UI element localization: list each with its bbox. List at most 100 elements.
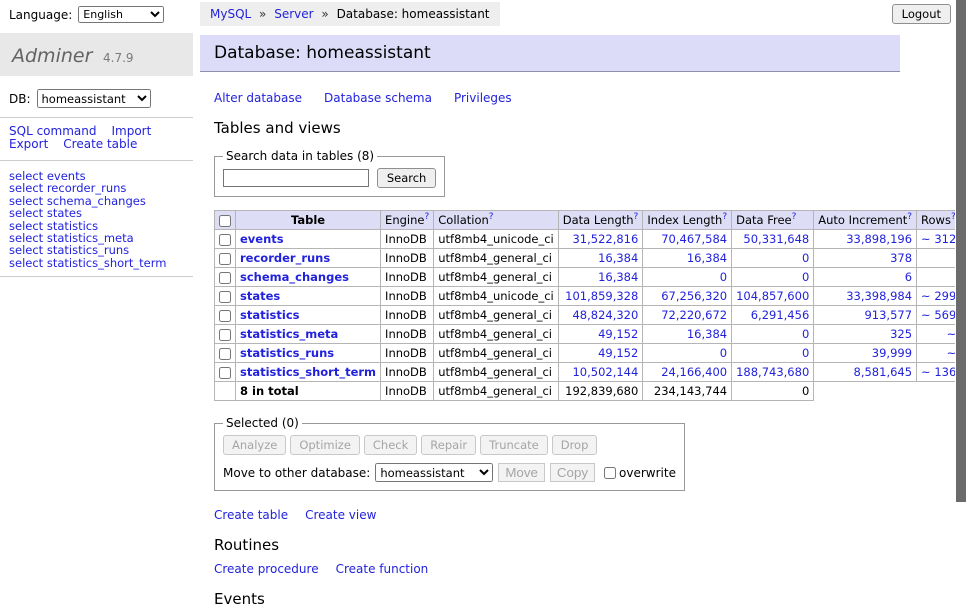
data-free-cell: 104,857,600 bbox=[732, 287, 814, 306]
move-button[interactable]: Move bbox=[498, 463, 545, 482]
vertical-scrollbar[interactable] bbox=[955, 0, 966, 543]
app-version: 4.7.9 bbox=[103, 51, 134, 65]
language-select[interactable]: English bbox=[78, 6, 164, 23]
index-length-link[interactable]: 0 bbox=[720, 270, 727, 284]
row-checkbox[interactable] bbox=[219, 291, 231, 303]
data-free-link[interactable]: 0 bbox=[802, 251, 809, 265]
data-free-link[interactable]: 50,331,648 bbox=[743, 232, 809, 246]
overwrite-option[interactable]: overwrite bbox=[604, 466, 676, 480]
auto-increment-link[interactable]: 39,999 bbox=[872, 346, 912, 360]
table-link-statistics[interactable]: statistics bbox=[240, 308, 300, 322]
index-length-link[interactable]: 0 bbox=[720, 346, 727, 360]
move-db-select[interactable]: homeassistant bbox=[375, 463, 493, 482]
data-free-link[interactable]: 0 bbox=[802, 346, 809, 360]
row-checkbox[interactable] bbox=[219, 234, 231, 246]
auto-increment-link[interactable]: 325 bbox=[890, 327, 912, 341]
data-length-link[interactable]: 16,384 bbox=[598, 251, 638, 265]
truncate-button[interactable]: Truncate bbox=[480, 435, 548, 455]
table-link-states[interactable]: states bbox=[240, 289, 280, 303]
index-length-link[interactable]: 16,384 bbox=[687, 251, 727, 265]
link-database-schema[interactable]: Database schema bbox=[324, 91, 432, 105]
search-button[interactable]: Search bbox=[377, 168, 437, 188]
sidebar-links: SQL command Import Export Create table bbox=[0, 118, 193, 161]
data-length-link[interactable]: 49,152 bbox=[598, 327, 638, 341]
data-free-link[interactable]: 188,743,680 bbox=[736, 365, 809, 379]
index-length-cell: 70,467,584 bbox=[643, 230, 732, 249]
check-button[interactable]: Check bbox=[364, 435, 417, 455]
sidebar-link-import[interactable]: Import bbox=[111, 124, 151, 138]
table-link-statistics-short-term[interactable]: statistics_short_term bbox=[240, 365, 376, 379]
optimize-button[interactable]: Optimize bbox=[290, 435, 360, 455]
breadcrumb-link-server[interactable]: Server bbox=[274, 7, 313, 21]
auto-increment-link[interactable]: 33,398,984 bbox=[846, 289, 912, 303]
data-length-link[interactable]: 10,502,144 bbox=[572, 365, 638, 379]
data-length-link[interactable]: 101,859,328 bbox=[565, 289, 638, 303]
data-length-link[interactable]: 48,824,320 bbox=[572, 308, 638, 322]
select-all-checkbox[interactable] bbox=[219, 215, 231, 227]
repair-button[interactable]: Repair bbox=[421, 435, 476, 455]
data-free-link[interactable]: 104,857,600 bbox=[736, 289, 809, 303]
data-free-link[interactable]: 0 bbox=[802, 327, 809, 341]
auto-increment-link[interactable]: 6 bbox=[905, 270, 912, 284]
data-free-cell: 0 bbox=[732, 249, 814, 268]
language-bar: Language: English bbox=[9, 6, 164, 23]
sidebar-link-export[interactable]: Export bbox=[9, 137, 48, 151]
auto-increment-link[interactable]: 378 bbox=[890, 251, 912, 265]
total-index-length: 234,143,744 bbox=[643, 382, 732, 401]
table-row-statistics-short-term: statistics_short_termInnoDButf8mb4_gener… bbox=[215, 363, 966, 382]
row-checkbox[interactable] bbox=[219, 272, 231, 284]
help-link[interactable]: ? bbox=[489, 212, 494, 222]
link-create-table[interactable]: Create table bbox=[214, 508, 288, 522]
row-checkbox[interactable] bbox=[219, 348, 231, 360]
help-link[interactable]: ? bbox=[792, 212, 797, 222]
sidebar-item-select-statistics-runs[interactable]: select statistics_runs bbox=[9, 244, 193, 256]
table-link-statistics-meta[interactable]: statistics_meta bbox=[240, 327, 338, 341]
row-checkbox[interactable] bbox=[219, 329, 231, 341]
link-create-procedure[interactable]: Create procedure bbox=[214, 562, 319, 576]
sidebar-link-create-table[interactable]: Create table bbox=[63, 137, 137, 151]
row-checkbox[interactable] bbox=[219, 310, 231, 322]
overwrite-checkbox[interactable] bbox=[604, 467, 616, 479]
help-link[interactable]: ? bbox=[907, 212, 912, 222]
link-privileges[interactable]: Privileges bbox=[454, 91, 512, 105]
data-length-link[interactable]: 31,522,816 bbox=[572, 232, 638, 246]
copy-button[interactable]: Copy bbox=[550, 463, 595, 482]
row-checkbox[interactable] bbox=[219, 367, 231, 379]
sidebar-link-sql-command[interactable]: SQL command bbox=[9, 124, 96, 138]
table-link-statistics-runs[interactable]: statistics_runs bbox=[240, 346, 334, 360]
table-link-recorder-runs[interactable]: recorder_runs bbox=[240, 251, 330, 265]
index-length-link[interactable]: 72,220,672 bbox=[661, 308, 727, 322]
help-link[interactable]: ? bbox=[424, 212, 429, 222]
help-link[interactable]: ? bbox=[634, 212, 639, 222]
row-checkbox-cell bbox=[215, 325, 236, 344]
row-checkbox[interactable] bbox=[219, 253, 231, 265]
help-link[interactable]: ? bbox=[722, 212, 727, 222]
auto-increment-link[interactable]: 8,581,645 bbox=[854, 365, 913, 379]
search-input[interactable] bbox=[223, 169, 369, 187]
link-create-view[interactable]: Create view bbox=[305, 508, 376, 522]
breadcrumb-link-mysql[interactable]: MySQL bbox=[210, 7, 251, 21]
data-free-link[interactable]: 0 bbox=[802, 270, 809, 284]
link-alter-database[interactable]: Alter database bbox=[214, 91, 302, 105]
data-length-link[interactable]: 16,384 bbox=[598, 270, 638, 284]
scrollbar-thumb[interactable] bbox=[956, 0, 966, 502]
db-select[interactable]: homeassistant bbox=[37, 89, 151, 108]
data-free-cell: 0 bbox=[732, 325, 814, 344]
table-link-events[interactable]: events bbox=[240, 232, 284, 246]
data-free-link[interactable]: 6,291,456 bbox=[751, 308, 810, 322]
index-length-link[interactable]: 67,256,320 bbox=[661, 289, 727, 303]
table-link-schema-changes[interactable]: schema_changes bbox=[240, 270, 349, 284]
auto-increment-link[interactable]: 33,898,196 bbox=[846, 232, 912, 246]
sidebar-item-select-recorder-runs[interactable]: select recorder_runs bbox=[9, 182, 193, 194]
index-length-link[interactable]: 24,166,400 bbox=[661, 365, 727, 379]
link-create-function[interactable]: Create function bbox=[336, 562, 429, 576]
analyze-button[interactable]: Analyze bbox=[223, 435, 286, 455]
index-length-link[interactable]: 16,384 bbox=[687, 327, 727, 341]
data-length-link[interactable]: 49,152 bbox=[598, 346, 638, 360]
drop-button[interactable]: Drop bbox=[552, 435, 598, 455]
row-checkbox-cell bbox=[215, 363, 236, 382]
auto-increment-link[interactable]: 913,577 bbox=[864, 308, 912, 322]
sidebar-item-select-states[interactable]: select states bbox=[9, 207, 193, 219]
index-length-link[interactable]: 70,467,584 bbox=[661, 232, 727, 246]
sidebar-item-select-statistics-short-term[interactable]: select statistics_short_term bbox=[9, 257, 193, 269]
